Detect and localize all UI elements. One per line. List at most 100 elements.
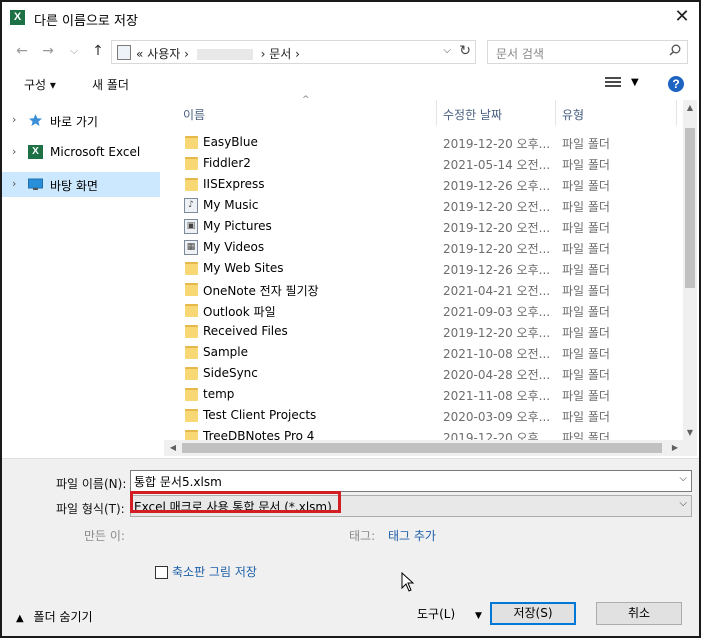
chevron-right-icon[interactable]: › (12, 145, 16, 158)
column-header-name[interactable]: 이름 (183, 106, 205, 123)
horizontal-scrollbar[interactable]: ◀ ▶ (164, 440, 683, 456)
file-date: 2019-12-20 오후... (443, 431, 551, 440)
folder-location-icon (117, 45, 131, 60)
table-row[interactable]: TreeDBNotes Pro 4 2019-12-20 오후... 파일 폴더 (164, 426, 684, 440)
breadcrumb: « 사용자 › › 문서 › (136, 45, 300, 62)
file-type: 파일 폴더 (562, 179, 610, 193)
save-button[interactable]: 저장(S) (490, 602, 576, 625)
chevron-down-icon[interactable]: ⌵ (679, 498, 687, 509)
table-row[interactable]: Test Client Projects 2020-03-09 오후... 파일 폴… (164, 405, 684, 426)
tree-item-desktop[interactable]: › 바탕 화면 (2, 172, 160, 197)
folder-icon (185, 178, 198, 191)
table-row[interactable]: Outlook 파일 2021-09-03 오후... 파일 폴더 (164, 300, 684, 321)
tags-label: 태그: (349, 529, 376, 543)
table-row[interactable]: OneNote 전자 필기장 2021-04-21 오전... 파일 폴더 (164, 279, 684, 300)
filetype-label: 파일 형식(T): (56, 502, 125, 516)
file-type: 파일 폴더 (562, 410, 610, 424)
column-divider[interactable] (555, 100, 556, 126)
help-icon[interactable]: ? (668, 76, 684, 92)
add-tag-link[interactable]: 태그 추가 (388, 527, 436, 544)
table-row[interactable]: ▦ My Videos 2019-12-20 오전... 파일 폴더 (164, 237, 684, 258)
folder-icon (185, 388, 198, 401)
scroll-left-icon[interactable]: ◀ (166, 443, 180, 452)
chevron-right-icon[interactable]: › (12, 113, 16, 126)
back-button[interactable]: ← (12, 40, 32, 62)
videos-folder-icon: ▦ (184, 240, 198, 255)
music-folder-icon: ♪ (184, 198, 198, 213)
file-name: SideSync (203, 366, 258, 380)
table-row[interactable]: temp 2021-11-08 오후... 파일 폴더 (164, 384, 684, 405)
column-divider[interactable] (436, 100, 437, 126)
table-row[interactable]: EasyBlue 2019-12-20 오후... 파일 폴더 (164, 132, 684, 153)
folder-icon (185, 136, 198, 149)
save-thumbnail-checkbox[interactable] (155, 566, 168, 579)
file-name: OneNote 전자 필기장 (203, 284, 319, 298)
excel-icon: X (10, 10, 25, 25)
file-date: 2021-11-08 오후... (443, 389, 551, 403)
folder-icon (185, 346, 198, 359)
chevron-down-icon[interactable]: ⌵ (679, 473, 687, 484)
close-button[interactable]: ✕ (671, 6, 693, 28)
table-row[interactable]: ♪ My Music 2019-12-20 오전... 파일 폴더 (164, 195, 684, 216)
forward-button[interactable]: → (38, 40, 58, 62)
table-row[interactable]: My Web Sites 2019-12-26 오후... 파일 폴더 (164, 258, 684, 279)
author-label: 만든 이: (84, 529, 125, 543)
filename-value[interactable]: 통합 문서5.xlsm (134, 473, 222, 490)
table-row[interactable]: Fiddler2 2021-05-14 오전... 파일 폴더 (164, 153, 684, 174)
scroll-down-icon[interactable]: ▼ (683, 428, 697, 437)
folder-icon (185, 367, 198, 380)
tools-menu[interactable]: 도구(L) ▼ (417, 605, 482, 622)
view-options-icon[interactable] (605, 77, 621, 89)
file-type: 파일 폴더 (562, 158, 610, 172)
cancel-button[interactable]: 취소 (596, 602, 682, 625)
up-button[interactable]: ↑ (88, 40, 108, 62)
chevron-down-icon[interactable]: ▼ (631, 77, 639, 88)
chevron-right-icon[interactable]: › (12, 177, 16, 190)
scroll-right-icon[interactable]: ▶ (668, 443, 682, 452)
breadcrumb-users[interactable]: 사용자 (147, 47, 180, 61)
pictures-folder-icon: ▣ (184, 219, 198, 234)
scroll-up-icon[interactable]: ▲ (683, 103, 697, 112)
organize-menu[interactable]: 구성 ▾ (24, 76, 56, 93)
breadcrumb-overflow[interactable]: « (136, 47, 143, 61)
table-row[interactable]: ▣ My Pictures 2019-12-20 오전... 파일 폴더 (164, 216, 684, 237)
file-type: 파일 폴더 (562, 284, 610, 298)
tree-item-microsoft-excel[interactable]: › X Microsoft Excel (2, 140, 160, 165)
file-type: 파일 폴더 (562, 242, 610, 256)
hide-folders-label: 폴더 숨기기 (33, 610, 93, 624)
vertical-scrollbar[interactable]: ▲ ▼ (683, 100, 697, 440)
tree-item-quick-access[interactable]: › 바로 가기 (2, 108, 160, 133)
file-date: 2019-12-20 오후... (443, 137, 551, 151)
filename-field[interactable]: 통합 문서5.xlsm ⌵ (130, 470, 692, 492)
breadcrumb-documents[interactable]: 문서 (269, 47, 291, 61)
save-thumbnail-label[interactable]: 축소판 그림 저장 (172, 563, 257, 580)
file-name: TreeDBNotes Pro 4 (203, 429, 315, 440)
folder-icon (185, 157, 198, 170)
new-folder-button[interactable]: 새 폴더 (92, 76, 129, 93)
refresh-button[interactable]: ↻ (459, 43, 471, 59)
highlight-annotation-box (130, 491, 341, 513)
folder-icon (185, 430, 198, 440)
address-dropdown-icon[interactable]: ⌵ (443, 45, 451, 56)
table-row[interactable]: Received Files 2019-12-20 오후... 파일 폴더 (164, 321, 684, 342)
file-name: EasyBlue (203, 135, 258, 149)
recent-locations-dropdown[interactable]: ⌵ (64, 40, 84, 62)
address-bar[interactable]: « 사용자 › › 문서 › ⌵ ↻ (111, 40, 476, 64)
desktop-icon (28, 178, 43, 190)
search-box[interactable]: 문서 검색 (487, 40, 688, 64)
file-type: 파일 폴더 (562, 305, 610, 319)
table-row[interactable]: SideSync 2020-04-28 오전... 파일 폴더 (164, 363, 684, 384)
save-as-dialog: X 다른 이름으로 저장 ✕ ← → ⌵ ↑ « 사용자 › › 문서 › ⌵ … (0, 0, 701, 638)
table-row[interactable]: Sample 2021-10-08 오전... 파일 폴더 (164, 342, 684, 363)
scroll-thumb[interactable] (685, 128, 695, 288)
scroll-thumb[interactable] (182, 443, 662, 453)
column-header-type[interactable]: 유형 (562, 106, 584, 123)
column-header-date[interactable]: 수정한 날짜 (443, 106, 502, 123)
filename-label: 파일 이름(N): (56, 477, 127, 491)
column-divider[interactable] (676, 100, 677, 126)
hide-folders-button[interactable]: ▲ 폴더 숨기기 (16, 608, 93, 625)
table-row[interactable]: IISExpress 2019-12-26 오후... 파일 폴더 (164, 174, 684, 195)
file-date: 2019-12-26 오후... (443, 179, 551, 193)
search-input[interactable]: 문서 검색 (496, 45, 544, 62)
folder-icon (185, 304, 198, 317)
